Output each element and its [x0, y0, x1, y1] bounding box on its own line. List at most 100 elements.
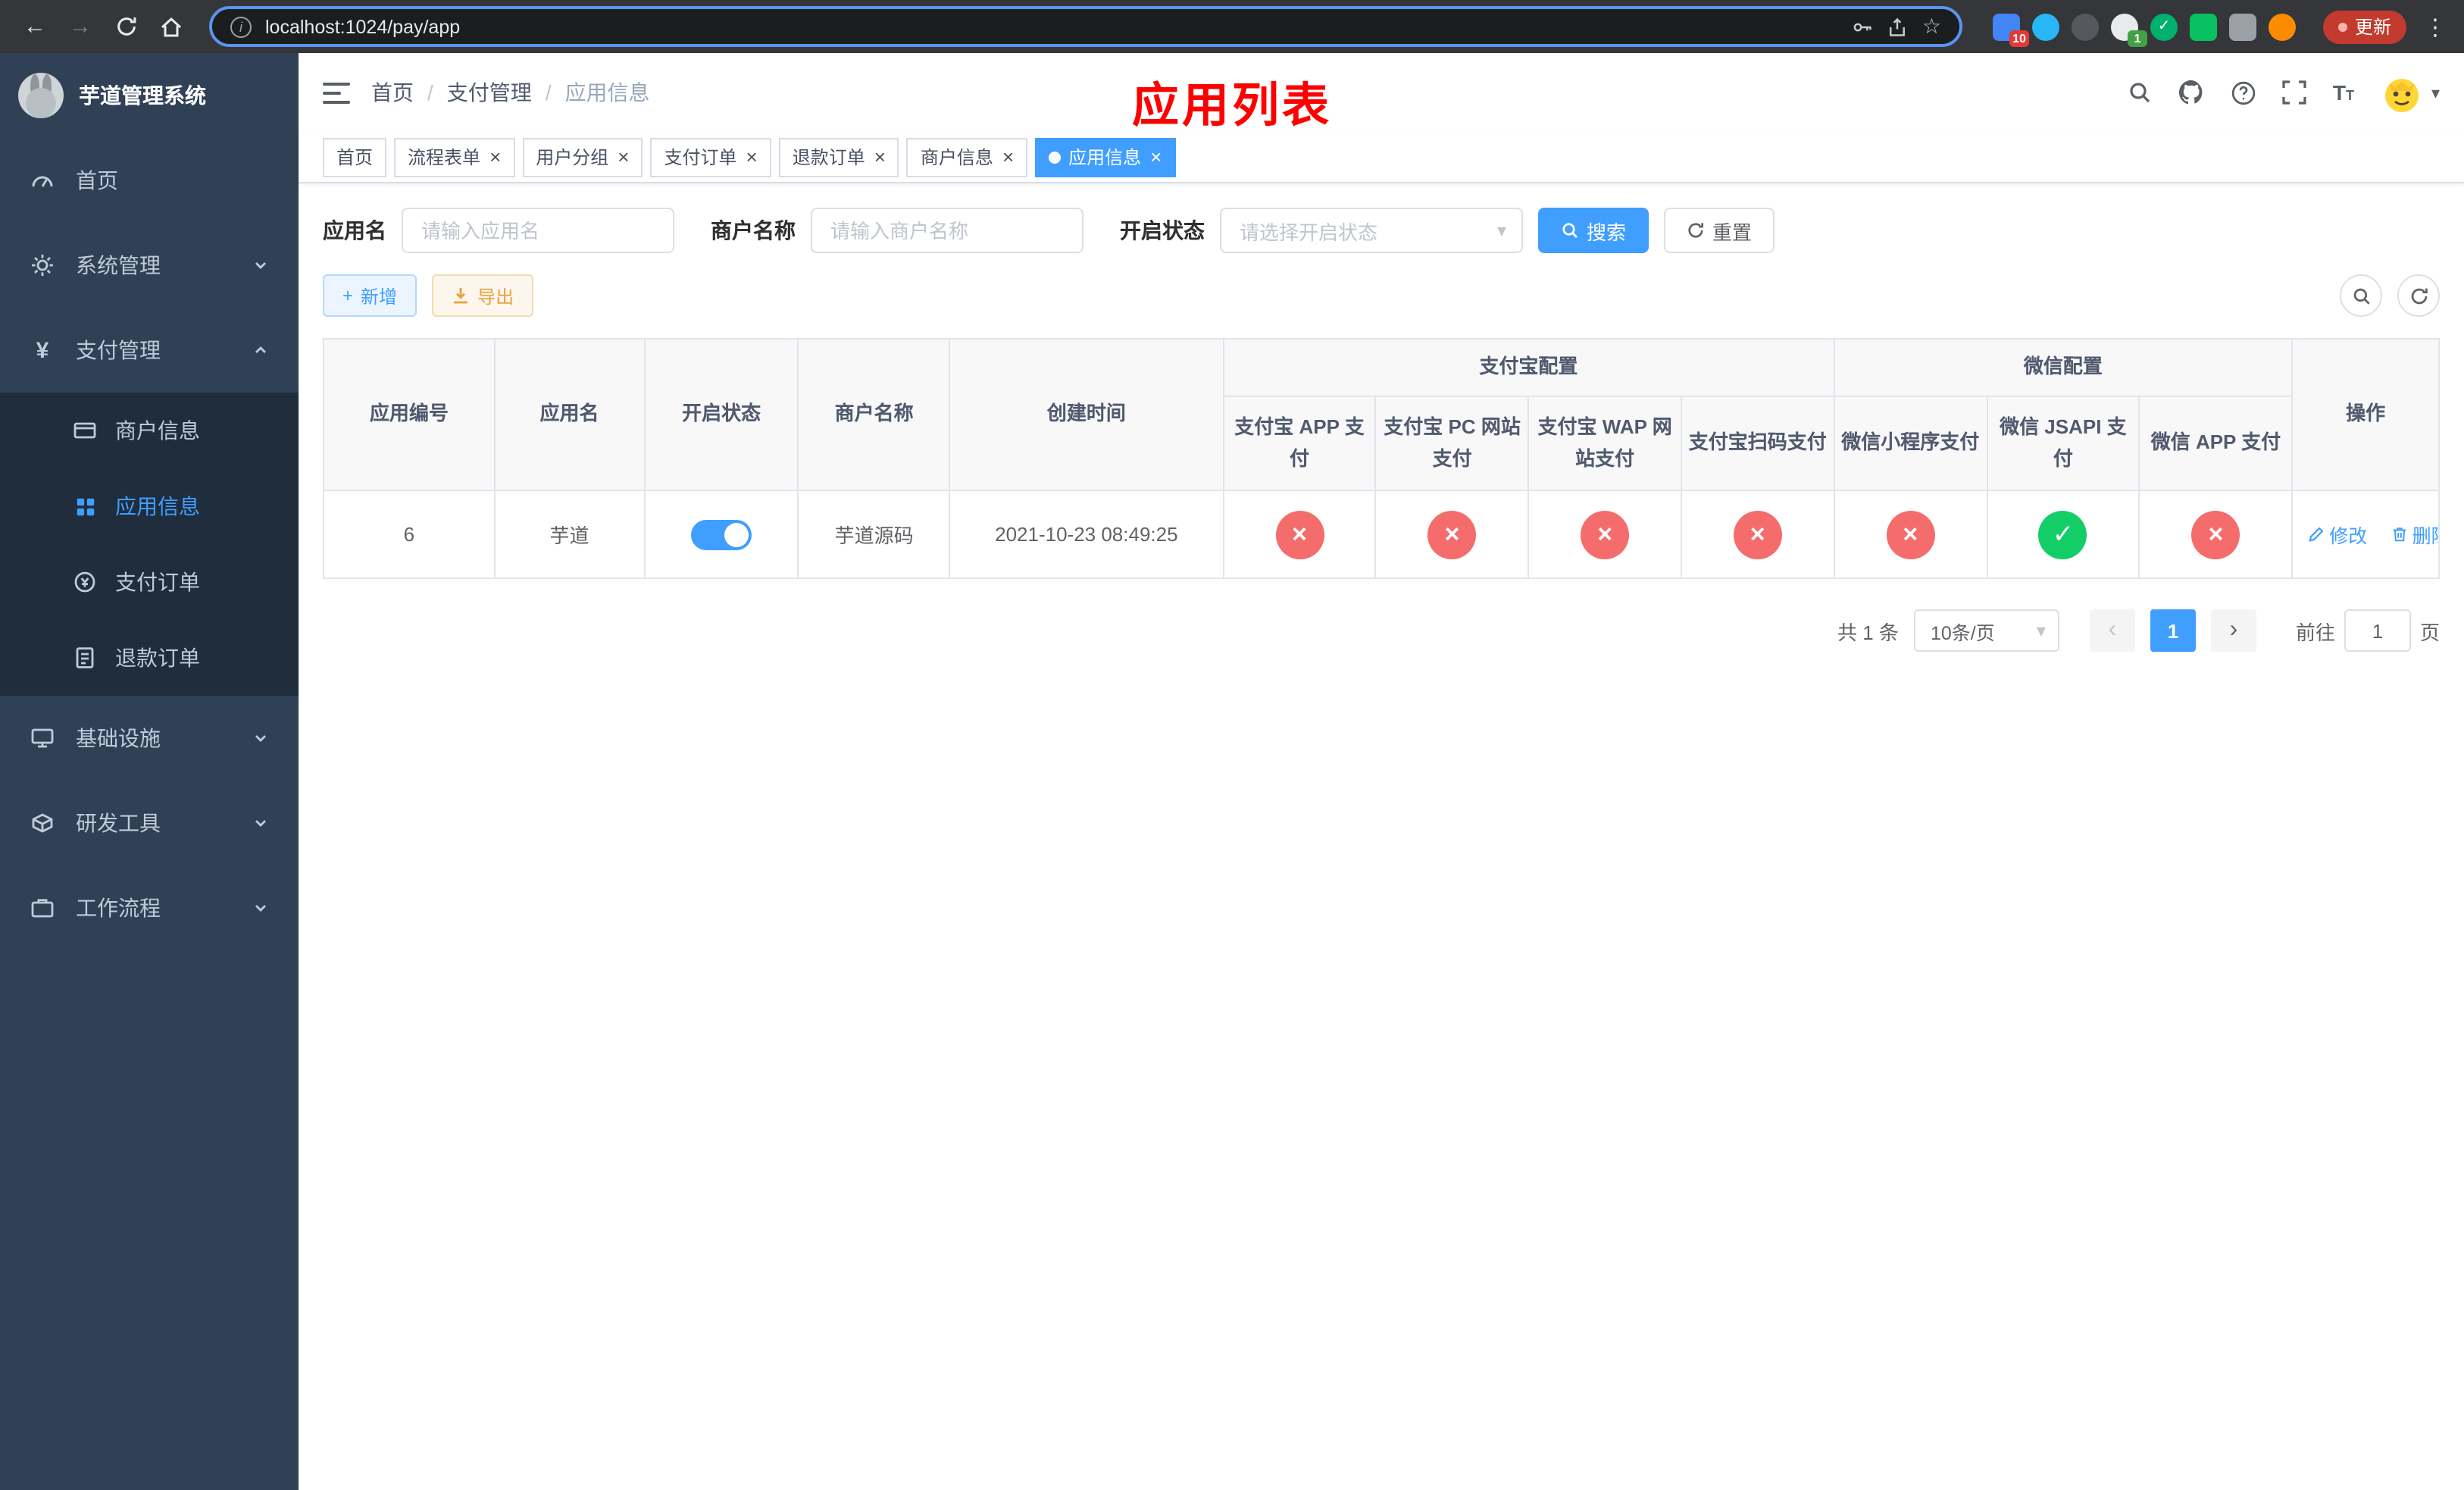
tab-flow-form[interactable]: 流程表单 ×	[394, 137, 515, 177]
sidebar-item-payment[interactable]: ¥ 支付管理	[0, 308, 299, 393]
toggle-search-button[interactable]	[2340, 274, 2382, 317]
tab-home[interactable]: 首页	[323, 137, 387, 177]
search-button-label: 搜索	[1587, 221, 1627, 243]
address-bar[interactable]: i localhost:1024/pay/app ☆	[209, 6, 1962, 47]
browser-reload-icon[interactable]	[106, 7, 145, 46]
close-icon[interactable]: ×	[1150, 147, 1162, 167]
breadcrumb-home[interactable]: 首页	[371, 77, 414, 108]
page-info-icon[interactable]: i	[230, 16, 252, 37]
sidebar-item-workflow[interactable]: 工作流程	[0, 866, 299, 950]
browser-back-icon[interactable]: ←	[15, 7, 55, 46]
close-icon[interactable]: ×	[746, 147, 758, 167]
breadcrumb-current: 应用信息	[564, 80, 650, 105]
cell-created: 2021-10-23 08:49:25	[949, 490, 1224, 579]
extension-icon-8[interactable]	[2268, 13, 2296, 40]
extension-icon-2[interactable]	[2031, 13, 2059, 40]
goto-page-input[interactable]	[2344, 609, 2411, 652]
navbar-actions: TT ▾	[2128, 70, 2440, 115]
close-icon[interactable]: ×	[618, 147, 629, 167]
refresh-table-button[interactable]	[2397, 274, 2440, 317]
extension-icon-5[interactable]: ✓	[2150, 13, 2178, 40]
next-page-button[interactable]: ›	[2210, 609, 2256, 652]
browser-forward-icon[interactable]: →	[61, 7, 100, 46]
page-size-select[interactable]: 10条/页 ▾	[1913, 609, 2059, 652]
extension-icon-3[interactable]	[2071, 13, 2099, 40]
chevron-down-icon: ▾	[1496, 220, 1506, 241]
breadcrumb-payment[interactable]: 支付管理	[447, 77, 532, 108]
font-size-icon[interactable]: TT	[2333, 82, 2354, 103]
delete-link[interactable]: 删除	[2391, 520, 2437, 549]
cell-merchant: 芋道源码	[797, 490, 951, 579]
breadcrumb: 首页 / 支付管理 / 应用信息	[371, 77, 650, 108]
add-button[interactable]: + 新增	[323, 274, 417, 317]
sidebar-item-devtools[interactable]: 研发工具	[0, 781, 299, 866]
col-group-alipay: 支付宝配置	[1222, 338, 1835, 397]
col-app-id: 应用编号	[323, 338, 496, 491]
close-icon[interactable]: ×	[874, 147, 886, 167]
status-switch[interactable]	[691, 519, 752, 549]
refresh-icon	[2410, 287, 2427, 304]
extension-icon-7[interactable]	[2228, 13, 2256, 40]
status-label: 开启状态	[1120, 218, 1205, 243]
tab-pay-order[interactable]: 支付订单 ×	[650, 137, 771, 177]
close-icon[interactable]: ×	[489, 147, 501, 167]
extension-icon-4[interactable]: 1	[2110, 13, 2147, 46]
tab-app-info[interactable]: 应用信息 ×	[1035, 137, 1176, 177]
close-icon[interactable]: ×	[1002, 147, 1014, 167]
sidebar-subitem-pay-order[interactable]: 支付订单	[0, 544, 299, 620]
share-icon[interactable]	[1887, 16, 1909, 37]
merchant-name-input[interactable]	[811, 208, 1083, 253]
alipay-pc-status-icon: ×	[1427, 510, 1477, 559]
tab-merchant-info[interactable]: 商户信息 ×	[906, 137, 1028, 177]
prev-page-button[interactable]: ‹	[2089, 609, 2135, 652]
sidebar-subitem-refund-order[interactable]: 退款订单	[0, 620, 299, 696]
bookmark-star-icon[interactable]: ☆	[1922, 14, 1941, 39]
pencil-icon	[2309, 527, 2324, 542]
status-select-placeholder: 请选择开启状态	[1240, 221, 1378, 243]
url-text: localhost:1024/pay/app	[265, 16, 461, 37]
browser-home-icon[interactable]	[152, 7, 191, 46]
top-navbar: 首页 / 支付管理 / 应用信息 TT ▾	[299, 53, 2464, 132]
reset-button[interactable]: 重置	[1664, 208, 1775, 253]
sidebar-subitem-app-info[interactable]: 应用信息	[0, 468, 299, 544]
extension-icon-6[interactable]	[2189, 13, 2217, 40]
status-select[interactable]: 请选择开启状态 ▾	[1220, 208, 1523, 253]
update-label: 更新	[2354, 17, 2391, 38]
goto-label: 前往	[2295, 621, 2335, 643]
col-alipay-qr: 支付宝扫码支付	[1680, 396, 1835, 491]
merchant-name-label: 商户名称	[711, 218, 796, 243]
browser-menu-icon[interactable]: ⋮	[2422, 13, 2449, 40]
monitor-icon	[30, 726, 55, 750]
sidebar-item-label: 系统管理	[76, 253, 161, 277]
gear-icon	[30, 253, 55, 277]
sidebar-subitem-merchant-info[interactable]: 商户信息	[0, 393, 299, 468]
sidebar-item-home[interactable]: 首页	[0, 138, 299, 223]
edit-link[interactable]: 修改	[2308, 520, 2367, 549]
sidebar-subitem-label: 商户信息	[115, 418, 200, 443]
active-dot	[1049, 151, 1062, 163]
current-page[interactable]: 1	[2150, 609, 2196, 652]
tab-user-group[interactable]: 用户分组 ×	[522, 137, 643, 177]
app-name-input[interactable]	[402, 208, 674, 253]
password-key-icon[interactable]	[1853, 16, 1874, 37]
export-button[interactable]: 导出	[432, 274, 534, 317]
add-button-label: 新增	[361, 286, 398, 307]
tab-refund-order[interactable]: 退款订单 ×	[778, 137, 899, 177]
fullscreen-icon[interactable]	[2283, 80, 2307, 105]
user-avatar[interactable]: ▾	[2380, 70, 2440, 115]
help-icon[interactable]	[2231, 80, 2257, 105]
cell-app-id: 6	[323, 490, 496, 579]
search-icon[interactable]	[2128, 80, 2153, 105]
github-icon[interactable]	[2178, 79, 2206, 106]
col-group-wechat: 微信配置	[1833, 338, 2294, 397]
sidebar-toggle-icon[interactable]	[323, 81, 350, 104]
col-status: 开启状态	[643, 338, 799, 491]
toolbox-icon	[30, 811, 55, 835]
export-button-label: 导出	[477, 286, 514, 307]
sidebar: 芋道管理系统 首页 系统管理 ¥ 支付管理 商户信息 应用信息 支付订单 退款订…	[0, 53, 299, 1490]
sidebar-item-infra[interactable]: 基础设施	[0, 696, 299, 781]
extension-icon-1[interactable]: 10	[1992, 13, 2029, 46]
sidebar-item-system[interactable]: 系统管理	[0, 223, 299, 308]
browser-update-button[interactable]: 更新	[2322, 10, 2406, 43]
search-button[interactable]: 搜索	[1538, 208, 1649, 253]
